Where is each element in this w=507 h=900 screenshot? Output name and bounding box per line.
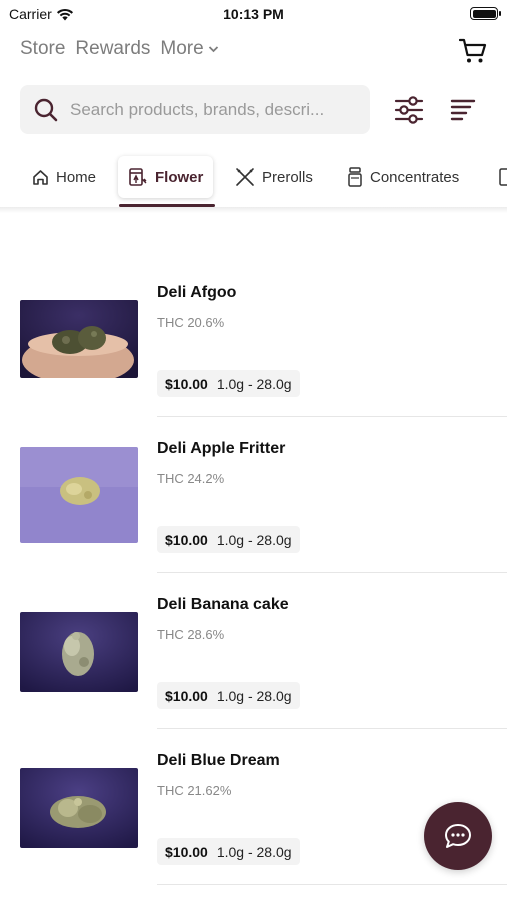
tab-concentrates[interactable]: Concentrates <box>347 156 459 198</box>
product-thc: THC 20.6% <box>157 315 225 330</box>
product-price: $10.00 <box>165 687 208 704</box>
product-thc: THC 21.62% <box>157 783 232 798</box>
category-icon <box>499 168 507 186</box>
chevron-down-icon <box>208 46 218 53</box>
product-image <box>20 768 138 848</box>
battery-icon <box>470 7 501 20</box>
tab-flower[interactable]: Flower <box>118 156 214 198</box>
tab-concentrates-label: Concentrates <box>370 168 460 186</box>
product-card[interactable]: Deli Banana cake THC 28.6% $10.00 1.0g -… <box>0 574 507 730</box>
tab-next-partial[interactable] <box>498 156 507 198</box>
product-weights: 1.0g - 28.0g <box>216 843 292 860</box>
product-price: $10.00 <box>165 531 208 548</box>
price-chip: $10.00 1.0g - 28.0g <box>157 370 300 397</box>
tab-home-label: Home <box>56 168 97 186</box>
product-image <box>20 300 138 378</box>
price-chip: $10.00 1.0g - 28.0g <box>157 526 300 553</box>
category-tabs: Home Flower Prerolls Concentrates <box>0 150 507 208</box>
product-name: Deli Banana cake <box>157 596 289 613</box>
nav-more[interactable]: More <box>160 38 218 60</box>
flower-icon <box>129 168 147 186</box>
product-weights: 1.0g - 28.0g <box>216 531 292 548</box>
product-image <box>20 447 138 543</box>
cart-button[interactable] <box>458 38 487 64</box>
price-chip: $10.00 1.0g - 28.0g <box>157 682 300 709</box>
divider <box>157 728 507 729</box>
nav-rewards[interactable]: Rewards <box>75 38 150 60</box>
search-box <box>20 85 370 134</box>
product-price: $10.00 <box>165 375 208 392</box>
product-weights: 1.0g - 28.0g <box>216 375 292 392</box>
divider <box>157 572 507 573</box>
chat-bubble-icon <box>445 824 471 848</box>
search-input[interactable] <box>70 99 360 120</box>
top-nav: Store Rewards More <box>20 38 219 60</box>
tab-prerolls-label: Prerolls <box>262 168 313 186</box>
tabs-divider <box>0 207 507 213</box>
sort-icon <box>450 99 476 121</box>
product-name: Deli Blue Dream <box>157 752 280 769</box>
status-bar: Carrier 10:13 PM <box>0 0 507 28</box>
search-icon <box>34 98 58 121</box>
preroll-icon <box>236 168 254 186</box>
product-thc: THC 28.6% <box>157 627 225 642</box>
product-weights: 1.0g - 28.0g <box>216 687 292 704</box>
filter-button[interactable] <box>394 96 424 124</box>
cart-icon <box>458 38 487 63</box>
product-card[interactable]: Deli Blue Dream THC 21.62% $10.00 1.0g -… <box>0 730 507 886</box>
product-thc: THC 24.2% <box>157 471 225 486</box>
home-icon <box>33 169 48 185</box>
chat-button[interactable] <box>424 802 492 870</box>
nav-more-label: More <box>160 38 204 59</box>
tab-flower-label: Flower <box>155 168 204 186</box>
product-card[interactable]: Deli Apple Fritter THC 24.2% $10.00 1.0g… <box>0 418 507 574</box>
product-name: Deli Afgoo <box>157 284 237 301</box>
tab-home[interactable]: Home <box>32 156 96 198</box>
product-price: $10.00 <box>165 843 208 860</box>
divider <box>157 884 507 885</box>
clock: 10:13 PM <box>223 6 284 22</box>
divider <box>157 416 507 417</box>
product-image <box>20 612 138 692</box>
sort-button[interactable] <box>449 97 477 123</box>
product-card[interactable]: Deli Afgoo THC 20.6% $10.00 1.0g - 28.0g <box>0 262 507 418</box>
product-name: Deli Apple Fritter <box>157 440 286 457</box>
sliders-icon <box>394 96 424 124</box>
concentrate-icon <box>348 167 362 187</box>
price-chip: $10.00 1.0g - 28.0g <box>157 838 300 865</box>
tab-prerolls[interactable]: Prerolls <box>235 156 313 198</box>
nav-store[interactable]: Store <box>20 38 65 60</box>
